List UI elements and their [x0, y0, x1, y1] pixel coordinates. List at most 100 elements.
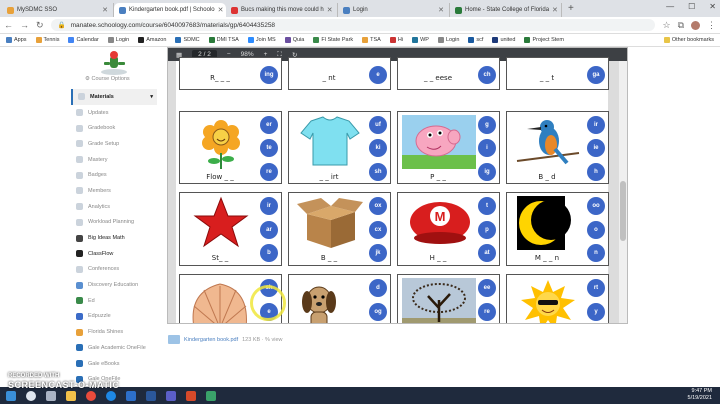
browser-tab[interactable]: Bucs making this move could h ✕ — [226, 3, 338, 17]
bookmark-item[interactable]: Hi — [389, 37, 403, 43]
bookmark-item[interactable]: Amazon — [138, 37, 166, 43]
letter-option-button[interactable]: t — [478, 197, 496, 215]
profile-avatar[interactable] — [691, 20, 700, 30]
bookmark-item[interactable]: Tennis — [35, 37, 59, 43]
letter-option-button[interactable]: oo — [587, 197, 605, 215]
sidebar-item-mastery[interactable]: Mastery — [71, 152, 157, 168]
letter-option-button[interactable]: ir — [260, 197, 278, 215]
letter-option-button[interactable]: ar — [260, 221, 278, 239]
bookmark-item[interactable]: TSA — [362, 37, 381, 43]
menu-icon[interactable]: ⋮ — [707, 20, 716, 31]
letter-option-button[interactable]: er — [260, 116, 278, 134]
app-icon[interactable] — [186, 390, 196, 401]
close-window-icon[interactable]: ✕ — [709, 2, 716, 11]
letter-option-button[interactable]: ee — [478, 279, 496, 297]
bookmark-item[interactable]: Login — [437, 37, 459, 43]
letter-option-button[interactable]: ir — [587, 116, 605, 134]
sidebar-item-materials[interactable]: Materials ▾ — [71, 89, 157, 105]
sidebar-item-classflow[interactable]: ClassFlow — [71, 246, 157, 262]
sidebar-item-workload-planning[interactable]: Workload Planning — [71, 215, 157, 231]
bookmark-item[interactable]: united — [492, 37, 515, 43]
bookmark-item[interactable]: Join MS — [247, 37, 276, 43]
letter-option-button[interactable]: at — [478, 244, 496, 262]
bookmark-item[interactable]: scf — [468, 37, 483, 43]
bookmark-item[interactable]: Project Stem — [524, 37, 564, 43]
letter-option-button[interactable]: p — [478, 221, 496, 239]
letter-option-button[interactable]: e — [369, 66, 387, 84]
browser-tab[interactable]: MySDMC SSO ✕ — [2, 3, 114, 17]
letter-option-button[interactable]: og — [369, 303, 387, 321]
letter-option-button[interactable]: ing — [260, 66, 278, 84]
letter-option-button[interactable]: sh — [369, 163, 387, 181]
browser-tab[interactable]: Home - State College of Florida ✕ — [450, 3, 562, 17]
app-icon[interactable] — [206, 390, 216, 401]
task-view-icon[interactable] — [46, 390, 56, 401]
letter-option-button[interactable]: ga — [587, 66, 605, 84]
file-name[interactable]: Kindergarten book.pdf — [184, 337, 238, 343]
sidebar-item-ed[interactable]: Ed — [71, 293, 157, 309]
bookmark-item[interactable]: SDMC — [175, 37, 200, 43]
letter-option-button[interactable]: d — [369, 279, 387, 297]
letter-option-button[interactable]: b — [260, 244, 278, 262]
sidebar-item-grade-setup[interactable]: Grade Setup — [71, 136, 157, 152]
scrollbar-thumb[interactable] — [620, 181, 626, 241]
letter-option-button[interactable]: ox — [369, 197, 387, 215]
letter-option-button[interactable]: n — [587, 244, 605, 262]
close-tab-icon[interactable]: ✕ — [552, 6, 558, 14]
sidebar-item-analytics[interactable]: Analytics — [71, 199, 157, 215]
letter-option-button[interactable]: jk — [369, 244, 387, 262]
browser-tab-active[interactable]: Kindergarten book.pdf | Schoolo ✕ — [114, 3, 226, 17]
sidebar-item-badges[interactable]: Badges — [71, 167, 157, 183]
star-icon[interactable]: ☆ — [662, 20, 670, 31]
edge-icon[interactable] — [106, 390, 116, 401]
letter-option-button[interactable]: cx — [369, 221, 387, 239]
sidebar-item-updates[interactable]: Updates — [71, 105, 157, 121]
explorer-icon[interactable] — [66, 390, 76, 401]
sidebar-item-gradebook[interactable]: Gradebook — [71, 120, 157, 136]
pdf-scrollbar[interactable] — [619, 61, 627, 323]
letter-option-button[interactable]: ie — [587, 139, 605, 157]
letter-option-button[interactable]: o — [587, 221, 605, 239]
bookmark-item[interactable]: Fl State Park — [313, 37, 353, 43]
reload-icon[interactable]: ↻ — [36, 20, 44, 31]
close-tab-icon[interactable]: ✕ — [438, 6, 444, 14]
mail-icon[interactable] — [126, 390, 136, 401]
sidebar-item-gale-academic-onefile[interactable]: Gale Academic OneFile — [71, 340, 157, 356]
bookmark-item[interactable]: Login — [107, 37, 129, 43]
letter-option-button[interactable]: y — [587, 303, 605, 321]
letter-option-button[interactable]: g — [478, 116, 496, 134]
windows-start-icon[interactable] — [6, 390, 16, 401]
close-tab-icon[interactable]: ✕ — [218, 6, 224, 14]
letter-option-button[interactable]: re — [478, 303, 496, 321]
minimize-icon[interactable]: — — [666, 2, 674, 11]
bookmark-item[interactable]: Calendar — [68, 37, 99, 43]
letter-option-button[interactable]: rt — [587, 279, 605, 297]
close-tab-icon[interactable]: ✕ — [327, 6, 333, 14]
chrome-icon[interactable] — [86, 390, 96, 401]
teams-icon[interactable] — [166, 390, 176, 401]
sidebar-item-members[interactable]: Members — [71, 183, 157, 199]
bookmark-item[interactable]: Apps — [6, 37, 27, 43]
sidebar-item-big-ideas-math[interactable]: Big Ideas Math — [71, 230, 157, 246]
letter-option-button[interactable]: uf — [369, 116, 387, 134]
browser-tab[interactable]: Login ✕ — [338, 3, 450, 17]
bookmark-item[interactable]: WP — [412, 37, 429, 43]
close-tab-icon[interactable]: ✕ — [102, 6, 108, 14]
sidebar-item-gale-ebooks[interactable]: Gale eBooks — [71, 356, 157, 372]
letter-option-button[interactable]: te — [260, 139, 278, 157]
bookmark-item[interactable]: Quia — [284, 37, 304, 43]
sidebar-item-florida-shines[interactable]: Florida Shines — [71, 324, 157, 340]
url-field[interactable]: 🔒 manatee.schoology.com/course/6040097683… — [50, 19, 656, 31]
sidebar-item-discovery-education[interactable]: Discovery Education — [71, 277, 157, 293]
other-bookmarks[interactable]: Other bookmarks — [663, 37, 714, 43]
sidebar-item-conferences[interactable]: Conferences — [71, 262, 157, 278]
new-tab-button[interactable]: + — [562, 3, 580, 14]
back-icon[interactable]: ← — [4, 20, 13, 30]
maximize-icon[interactable]: ☐ — [688, 2, 695, 11]
letter-option-button[interactable]: re — [260, 163, 278, 181]
system-tray-clock[interactable]: 9:47 PM 5/19/2021 — [688, 388, 712, 402]
letter-option-button[interactable]: ki — [369, 139, 387, 157]
file-attachment[interactable]: Kindergarten book.pdf 123 KB · % view — [168, 335, 282, 344]
sidebar-item-edpuzzle[interactable]: Edpuzzle — [71, 309, 157, 325]
letter-option-button[interactable]: ch — [478, 66, 496, 84]
